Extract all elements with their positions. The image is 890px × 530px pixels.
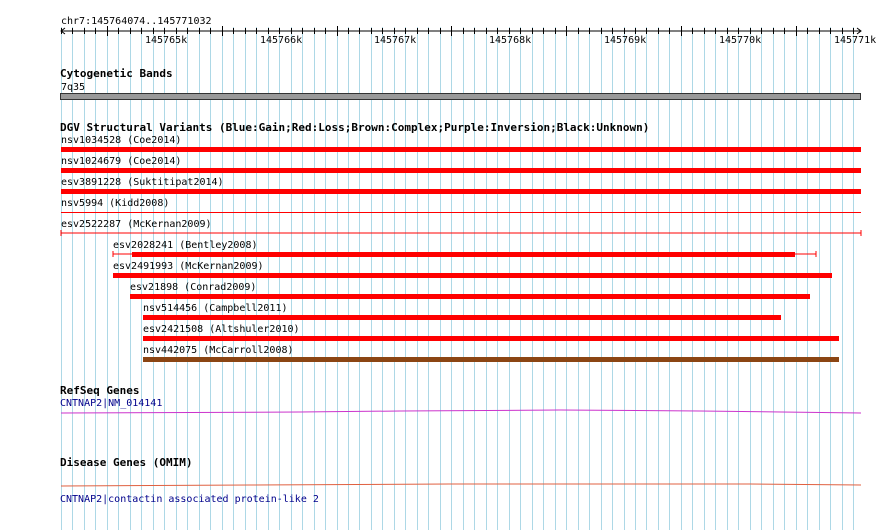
variant-label: nsv5994 (Kidd2008) xyxy=(61,198,170,209)
dgv-track-title: DGV Structural Variants (Blue:Gain;Red:L… xyxy=(60,121,650,134)
omim-gene-label[interactable]: CNTNAP2|contactin associated protein-lik… xyxy=(60,494,319,505)
cytoband-label: 7q35 xyxy=(61,82,86,93)
variant-label: nsv1034528 (Coe2014) xyxy=(61,135,182,146)
refseq-track-title: RefSeq Genes xyxy=(60,384,140,397)
ruler-tick-label: 145766k xyxy=(260,35,303,46)
variant-label: nsv442075 (McCarroll2008) xyxy=(143,345,294,356)
variant-label: esv3891228 (Suktitipat2014) xyxy=(61,177,224,188)
variant-bar[interactable] xyxy=(143,336,839,341)
ruler-tick-label: 145769k xyxy=(604,35,647,46)
variant-bar[interactable] xyxy=(113,273,832,278)
ruler-tick-label: 145768k xyxy=(489,35,532,46)
variant-label: esv2421508 (Altshuler2010) xyxy=(143,324,300,335)
variant-bar[interactable] xyxy=(130,294,810,299)
variant-bar[interactable] xyxy=(143,357,839,362)
refseq-gene-line[interactable] xyxy=(0,406,890,416)
variant-bar[interactable] xyxy=(0,229,890,239)
omim-gene-line[interactable] xyxy=(0,479,890,489)
variant-label: nsv514456 (Campbell2011) xyxy=(143,303,288,314)
ruler-tick-label: 145771k xyxy=(834,35,877,46)
variant-bar[interactable] xyxy=(61,212,861,213)
omim-track-title: Disease Genes (OMIM) xyxy=(60,456,193,469)
variant-bar[interactable] xyxy=(143,315,781,320)
ruler-tick-label: 145765k xyxy=(145,35,188,46)
cytoband-bar[interactable] xyxy=(60,93,861,100)
variant-bar[interactable] xyxy=(61,189,861,194)
variant-label: nsv1024679 (Coe2014) xyxy=(61,156,182,167)
cytoband-track-title: Cytogenetic Bands xyxy=(60,67,173,80)
ruler-tick-label: 145770k xyxy=(719,35,762,46)
variant-bar[interactable] xyxy=(61,168,861,173)
ruler-tick-label: 145767k xyxy=(374,35,417,46)
variant-label: esv2491993 (McKernan2009) xyxy=(113,261,264,272)
variant-label: esv21898 (Conrad2009) xyxy=(130,282,257,293)
variant-bar[interactable] xyxy=(61,147,861,152)
variant-bar[interactable] xyxy=(0,250,890,260)
